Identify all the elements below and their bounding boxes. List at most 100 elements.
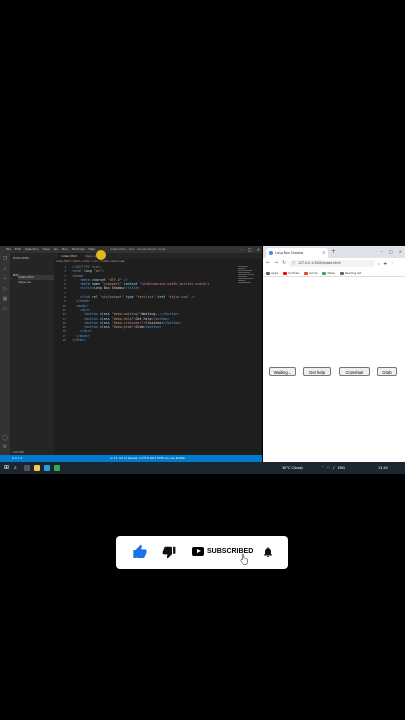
menu-terminal[interactable]: Terminal [72, 246, 85, 253]
browser-toolbar: ← → ↻ ⓘ 127.0.0.1:5500/index.html ☆ ✚ ⋮ [263, 258, 405, 269]
bookmarks-bar: Apps YouTube Gmail Maps Reading list [263, 269, 405, 277]
reload-icon[interactable]: ↻ [282, 258, 286, 269]
explorer-sidebar: EXPLORER BOX index.html style.css OUTLIN… [10, 253, 54, 455]
cursor-highlight [96, 250, 106, 260]
vscode-window: File Edit Selection View Go Run Terminal… [0, 246, 262, 462]
menu-dots-icon[interactable]: ⋮ [390, 258, 394, 269]
menu-file[interactable]: File [6, 246, 11, 253]
extensions-area: ☆ ✚ ⋮ [377, 258, 394, 269]
get-help-button[interactable]: Get help [303, 367, 331, 376]
search-icon[interactable]: ⌕ [14, 462, 17, 474]
star-icon[interactable]: ☆ [377, 258, 381, 269]
close-tab-icon[interactable]: × [322, 248, 325, 258]
menu-run[interactable]: Run [62, 246, 68, 253]
bookmark-reading-list[interactable]: Reading list [339, 269, 361, 276]
window-controls: – □ × [241, 246, 260, 253]
forward-icon[interactable]: → [274, 258, 278, 269]
minimize-icon[interactable]: – [381, 246, 383, 258]
maximize-icon[interactable]: □ [248, 246, 252, 253]
bookmark-apps[interactable]: Apps [266, 269, 278, 276]
search-icon[interactable]: ⌕ [2, 267, 8, 272]
run-debug-icon[interactable]: ▷ [2, 287, 8, 292]
reading-list-icon [339, 271, 344, 275]
dislike-icon[interactable] [162, 544, 176, 560]
browser-window-controls: – □ × [381, 246, 402, 258]
maps-icon [322, 271, 327, 275]
taskbar-apps [24, 462, 60, 471]
browser-tabbar: Long Box Shadow × + – □ × [263, 246, 405, 258]
bookmark-maps[interactable]: Maps [322, 269, 335, 276]
extensions-icon[interactable]: ▦ [2, 297, 8, 302]
bell-icon[interactable] [262, 545, 274, 559]
menu-help[interactable]: Help [88, 246, 95, 253]
url-text: 127.0.0.1:5500/index.html [298, 261, 341, 265]
minimap[interactable] [238, 265, 256, 295]
outline-section[interactable]: OUTLINE [13, 451, 24, 454]
file-explorer-icon[interactable] [34, 465, 40, 471]
explorer-title: EXPLORER [13, 256, 29, 260]
subscribe-bar: SUBSCRIBED [116, 536, 288, 569]
account-icon[interactable]: ◯ [2, 436, 8, 441]
menu-edit[interactable]: Edit [15, 246, 21, 253]
minimize-icon[interactable]: – [241, 246, 243, 253]
activity-bar: ❐ ⌕ ⑂ ▷ ▦ ▭ ◯ ⚙ [0, 253, 10, 455]
code-line[interactable]: <link rel="stylesheet" type="text/css" h… [72, 295, 209, 299]
bookmark-gmail[interactable]: Gmail [304, 269, 317, 276]
close-icon[interactable]: × [257, 246, 260, 253]
page-content: Waiting... Get help Crosshair Grab [263, 278, 405, 462]
line-numbers: 1 2 3 4 5 6 7 8 9 10 11 12 13 14 15 16 17 18 [56, 265, 66, 342]
task-view-icon[interactable] [24, 465, 30, 471]
window-title: index.html - box - Visual Studio Code [110, 247, 166, 251]
vscode-titlebar: File Edit Selection View Go Run Terminal… [0, 246, 262, 253]
vscode-menu: File Edit Selection View Go Run Terminal… [6, 246, 95, 253]
chevron-up-icon[interactable]: ˄ [322, 462, 324, 474]
browser-tab[interactable]: Long Box Shadow × [266, 248, 328, 258]
network-icon[interactable]: ◠ [327, 462, 330, 474]
editor-status[interactable]: Ln 13, Col 31 Spaces: 2 UTF-8 CRLF HTML … [110, 455, 185, 462]
crosshair-button[interactable]: Crosshair [339, 367, 370, 376]
back-icon[interactable]: ← [266, 258, 270, 269]
menu-view[interactable]: View [43, 246, 50, 253]
like-icon[interactable] [132, 544, 148, 560]
clock[interactable]: 13:40 [378, 462, 388, 474]
files-icon[interactable]: ❐ [2, 257, 8, 262]
new-tab-icon[interactable]: + [331, 247, 336, 257]
grab-button[interactable]: Grab [377, 367, 397, 376]
system-tray: ˄ ◠ ♪ ENG [322, 462, 345, 474]
code-line[interactable]: </html> [72, 338, 209, 342]
maximize-icon[interactable]: □ [389, 246, 393, 258]
language-indicator[interactable]: ENG [338, 462, 345, 474]
breadcrumb[interactable]: index.html > html > body > div > button.… [56, 259, 125, 264]
apps-icon [266, 271, 270, 275]
puzzle-icon[interactable]: ✚ [384, 258, 387, 269]
browser-window: Long Box Shadow × + – □ × ← → ↻ ⓘ 127.0.… [263, 246, 405, 462]
taskbar: ⊞ ⌕ 30°C Cloudy ˄ ◠ ♪ ENG 13:40 [0, 462, 405, 474]
vscode-taskbar-icon[interactable] [44, 465, 50, 471]
line-number: 18 [62, 338, 66, 343]
hand-cursor-icon [240, 553, 248, 565]
file-style-css[interactable]: style.css [18, 280, 54, 285]
code-editor[interactable]: 1 2 3 4 5 6 7 8 9 10 11 12 13 14 15 16 17 18 <!DOCTYPE ht… [54, 265, 234, 455]
address-bar[interactable]: ⓘ 127.0.0.1:5500/index.html [289, 260, 375, 267]
chrome-taskbar-icon[interactable] [54, 465, 60, 471]
play-icon [197, 549, 201, 553]
close-icon[interactable]: × [399, 246, 402, 258]
waiting-button[interactable]: Waiting... [269, 367, 296, 376]
info-icon[interactable]: ⓘ [292, 260, 296, 267]
menu-selection[interactable]: Selection [25, 246, 39, 253]
status-bar: ⊗ 0 ⚠ 0 Ln 13, Col 31 Spaces: 2 UTF-8 CR… [0, 455, 262, 462]
weather-widget[interactable]: 30°C Cloudy [282, 462, 303, 474]
gmail-icon [304, 271, 309, 275]
menu-go[interactable]: Go [54, 246, 58, 253]
gear-icon[interactable]: ⚙ [2, 445, 8, 450]
favicon-icon [269, 251, 273, 255]
windows-start-icon[interactable]: ⊞ [4, 462, 9, 474]
youtube-icon [282, 271, 287, 275]
volume-icon[interactable]: ♪ [333, 462, 335, 474]
tab-title: Long Box Shadow [275, 251, 304, 255]
bookmark-youtube[interactable]: YouTube [282, 269, 299, 276]
remote-icon[interactable]: ▭ [2, 307, 8, 312]
code-content[interactable]: <!DOCTYPE html> <html lang="en"> <head> <m… [72, 265, 209, 342]
problems-status[interactable]: ⊗ 0 ⚠ 0 [12, 455, 22, 462]
source-control-icon[interactable]: ⑂ [2, 277, 8, 282]
